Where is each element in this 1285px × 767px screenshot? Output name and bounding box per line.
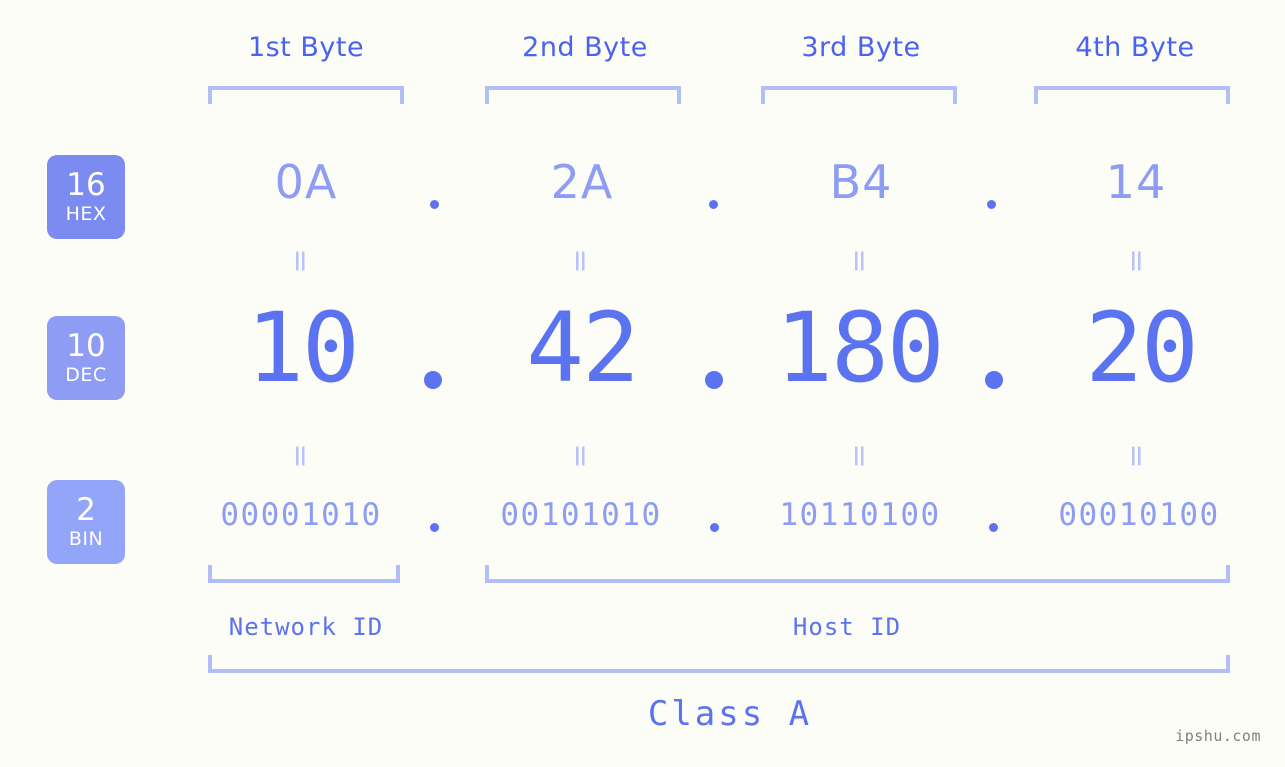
byte-bracket-4 <box>1034 86 1230 104</box>
base-badge-hex-number: 16 <box>66 167 106 203</box>
byte-header-3: 3rd Byte <box>801 32 921 63</box>
equals-sign-dec-bin-4: = <box>1119 443 1154 469</box>
hex-separator-dot-3 <box>987 200 996 209</box>
equals-sign-dec-bin-3: = <box>842 443 877 469</box>
network-id-bracket <box>208 565 400 583</box>
bin-byte-1: 00001010 <box>220 497 382 533</box>
base-badge-bin: 2 BIN <box>47 480 125 564</box>
byte-bracket-3 <box>761 86 957 104</box>
bin-separator-dot-1 <box>430 523 439 532</box>
base-badge-dec-name: DEC <box>65 364 107 386</box>
network-id-label: Network ID <box>228 613 384 641</box>
base-badge-dec-number: 10 <box>66 328 106 364</box>
dec-separator-dot-3 <box>985 371 1003 389</box>
bin-byte-4: 00010100 <box>1058 497 1220 533</box>
base-badge-hex-name: HEX <box>65 203 107 225</box>
byte-bracket-1 <box>208 86 404 104</box>
host-id-bracket <box>485 565 1230 583</box>
class-bracket <box>208 655 1230 673</box>
equals-sign-dec-bin-2: = <box>563 443 598 469</box>
bin-byte-2: 00101010 <box>500 497 662 533</box>
base-badge-hex: 16 HEX <box>47 155 125 239</box>
bin-byte-3: 10110100 <box>779 497 941 533</box>
base-badge-dec: 10 DEC <box>47 316 125 400</box>
class-label: Class A <box>647 694 813 734</box>
host-id-label: Host ID <box>792 613 902 641</box>
byte-header-1: 1st Byte <box>247 32 365 63</box>
base-badge-bin-name: BIN <box>68 528 104 550</box>
byte-header-4: 4th Byte <box>1075 32 1195 63</box>
byte-header-2: 2nd Byte <box>522 32 648 63</box>
watermark: ipshu.com <box>1175 727 1261 745</box>
hex-separator-dot-1 <box>430 200 439 209</box>
ip-breakdown-diagram: 1st Byte 2nd Byte 3rd Byte 4th Byte 16 H… <box>0 0 1285 767</box>
hex-separator-dot-2 <box>709 200 718 209</box>
bin-separator-dot-3 <box>989 523 998 532</box>
base-badge-bin-number: 2 <box>76 492 96 528</box>
equals-sign-dec-bin-1: = <box>283 443 318 469</box>
byte-bracket-2 <box>485 86 681 104</box>
dec-separator-dot-1 <box>424 371 442 389</box>
dec-separator-dot-2 <box>705 371 723 389</box>
bin-separator-dot-2 <box>710 523 719 532</box>
